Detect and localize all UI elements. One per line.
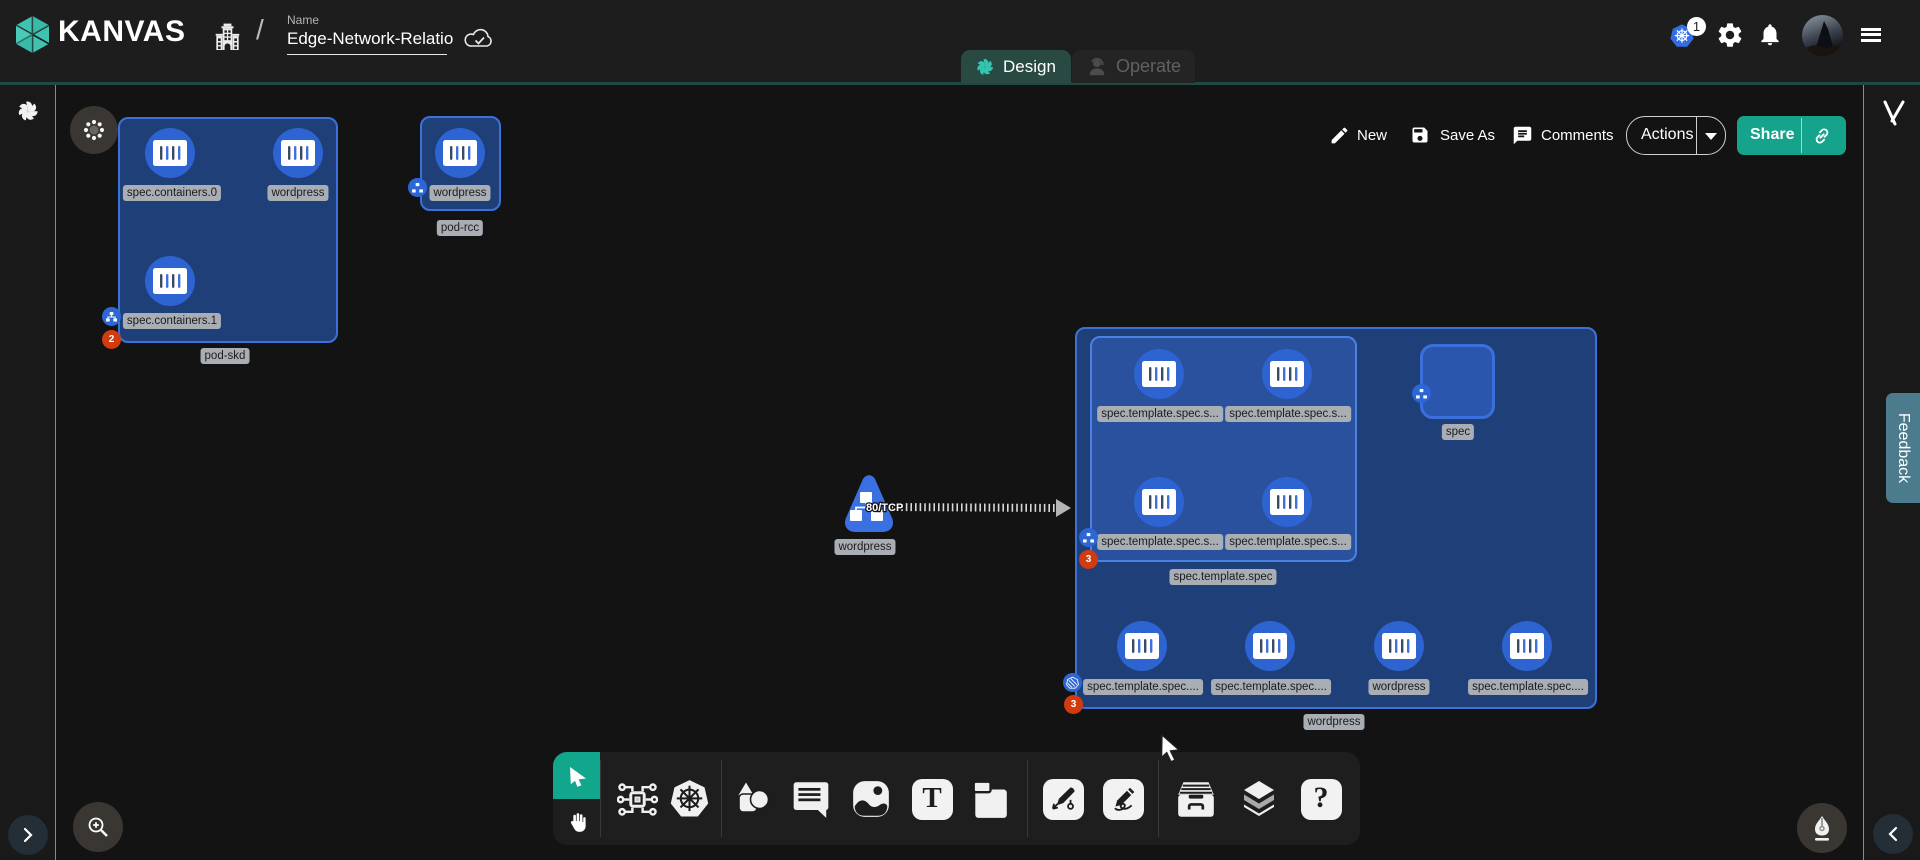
svg-text:80/TCP: 80/TCP [866,502,903,514]
